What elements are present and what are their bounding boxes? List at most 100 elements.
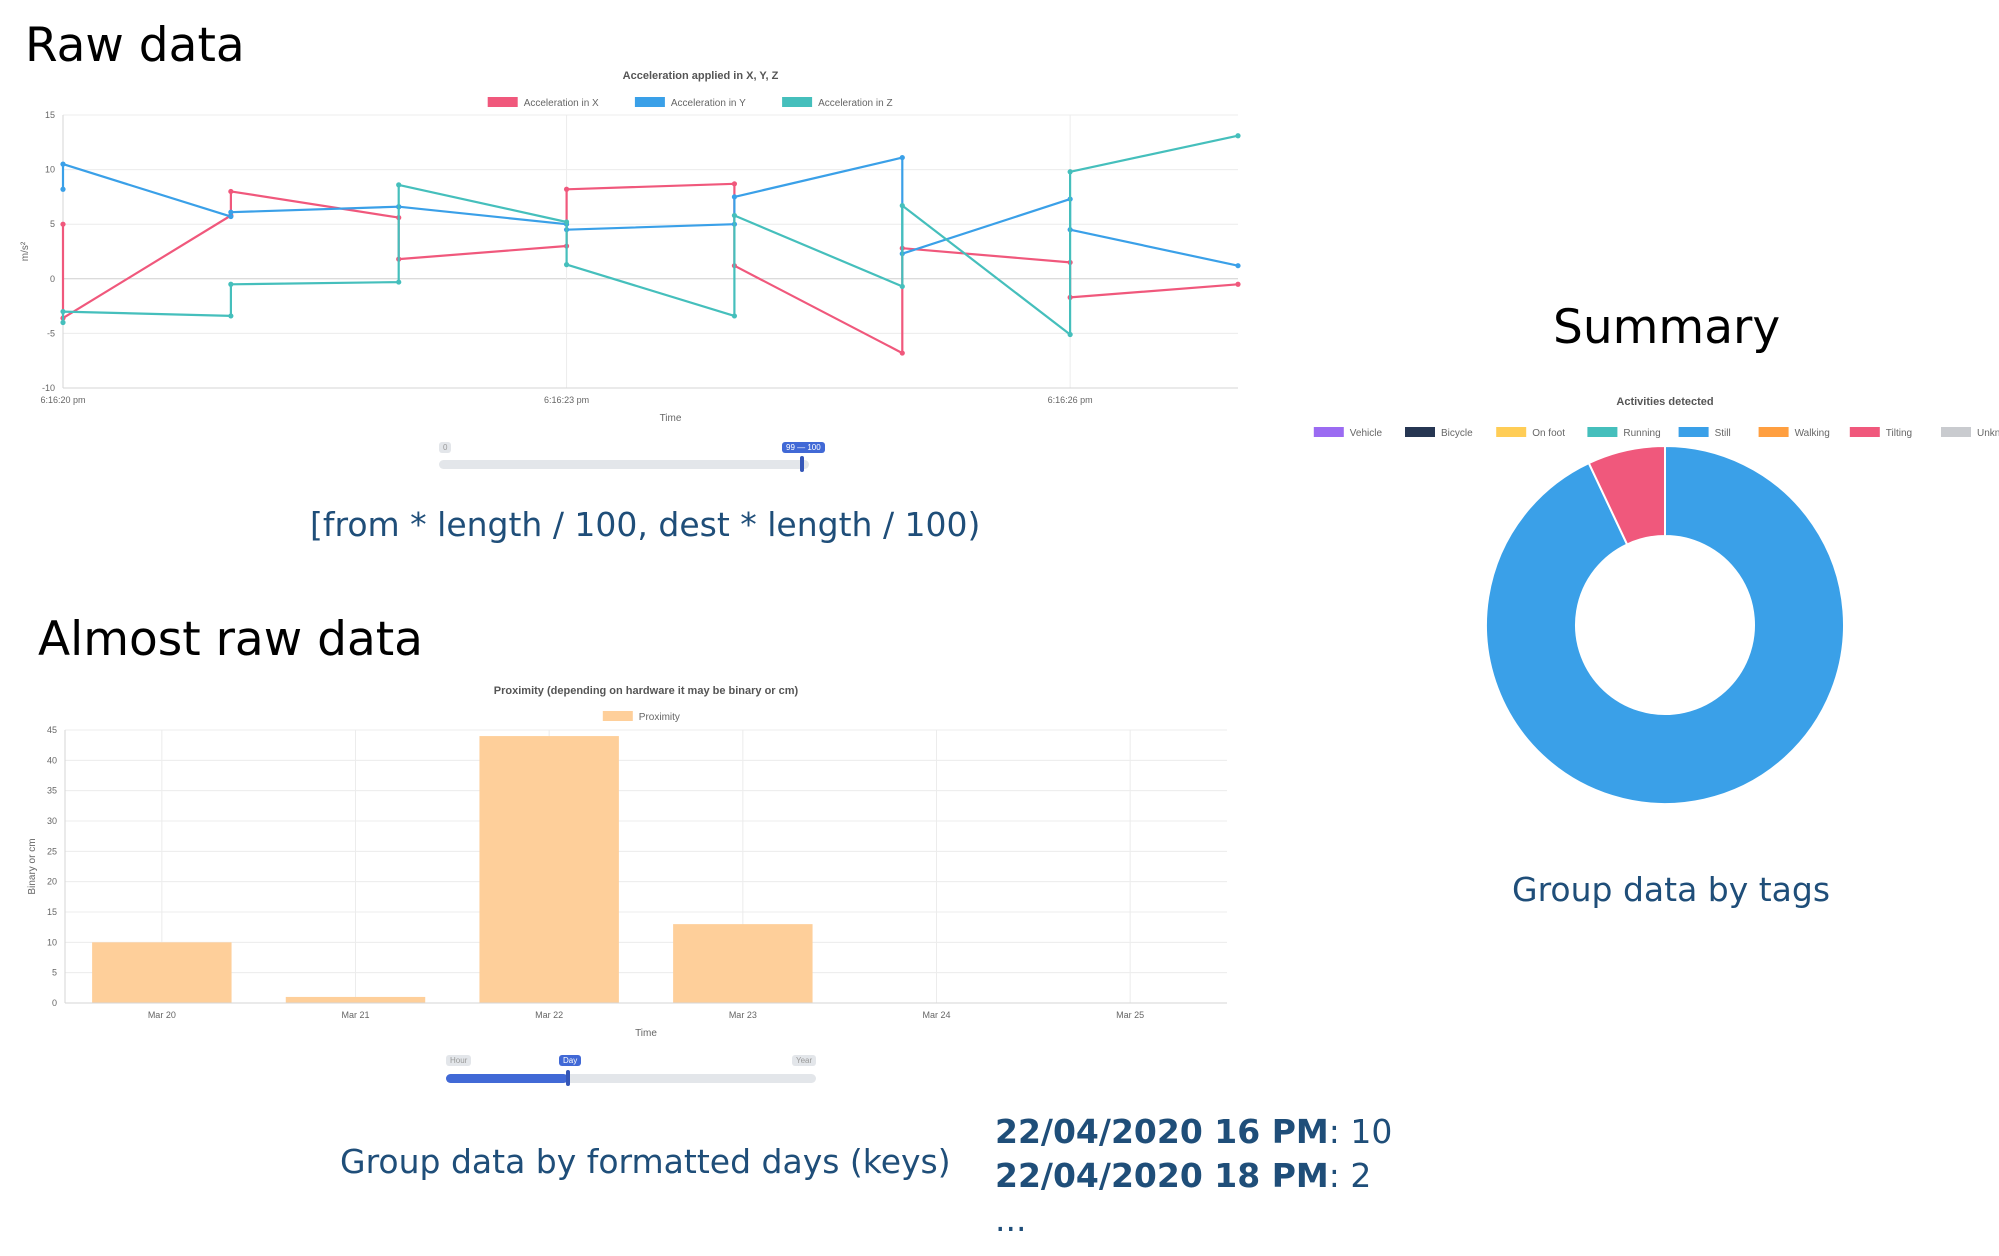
granularity-hour-label: Hour [446, 1055, 472, 1066]
chart-title: Acceleration applied in X, Y, Z [623, 70, 779, 82]
grouped-example-value: 2 [1350, 1156, 1372, 1195]
data-point [731, 212, 738, 219]
y-tick-label: 30 [47, 816, 57, 826]
legend-item-swatch [602, 711, 633, 721]
x-axis-label: Time [660, 413, 682, 424]
y-axis-label: m/s² [20, 241, 31, 261]
acceleration-chart: Acceleration applied in X, Y, Z Accelerat… [18, 65, 1241, 430]
y-tick-label: 10 [47, 937, 57, 947]
y-tick-label: 35 [47, 786, 57, 796]
grouped-example-key: 22/04/2020 16 PM [995, 1112, 1329, 1151]
data-point [396, 182, 402, 188]
data-point [899, 154, 905, 161]
data-point [1067, 331, 1073, 338]
almost-raw-data-heading: Almost raw data [38, 612, 423, 667]
y-tick-label: 40 [47, 755, 57, 765]
bar [673, 924, 813, 1003]
legend-item-swatch [1587, 427, 1618, 437]
legend-item-swatch [782, 97, 813, 107]
y-tick-label: 5 [50, 219, 55, 229]
data-point [899, 283, 905, 290]
x-tick-label: Mar 25 [1116, 1010, 1144, 1020]
proximity-chart-svg: Proximity (depending on hardware it may … [27, 685, 1227, 1039]
grouped-example-sep: : [1328, 1112, 1351, 1151]
x-axis-label: Time [635, 1028, 657, 1039]
summary-caption: Group data by tags [1512, 870, 1831, 909]
raw-data-caption: [from * length / 100, dest * length / 10… [310, 505, 981, 544]
bar [479, 736, 619, 1003]
data-point [731, 181, 738, 187]
legend-item-label: Proximity [639, 712, 680, 723]
range-slider[interactable]: 0 99 — 100 [430, 438, 825, 478]
activities-chart-svg: Activities detected Vehicle Bicycle On foot… [1313, 396, 1999, 805]
chart-title: Proximity (depending on hardware it may … [494, 685, 799, 697]
grouped-example-row: 22/04/2020 16 PM: 10 [995, 1110, 1392, 1154]
legend-item-label: On foot [1532, 428, 1565, 439]
legend-item-label: Acceleration in Z [818, 98, 892, 109]
x-tick-label: Mar 21 [341, 1010, 369, 1020]
data-point [60, 308, 66, 315]
granularity-day-label: Day [559, 1055, 582, 1066]
data-point [563, 262, 570, 268]
data-point [228, 313, 234, 319]
data-point [60, 161, 66, 167]
almost-raw-data-caption: Group data by formatted days (keys) [340, 1142, 951, 1181]
x-tick-label: 6:16:20 pm [40, 395, 85, 405]
grouped-examples: 22/04/2020 16 PM: 10 22/04/2020 18 PM: 2… [995, 1110, 1392, 1242]
range-slider-track[interactable] [439, 460, 809, 469]
y-tick-label: 0 [52, 998, 57, 1008]
x-tick-label: Mar 24 [922, 1010, 950, 1020]
y-tick-label: -10 [42, 383, 55, 393]
legend-item-swatch [1496, 427, 1527, 437]
y-tick-label: 15 [45, 110, 55, 120]
granularity-slider-fill [446, 1074, 569, 1083]
legend-item-swatch [1941, 427, 1971, 437]
data-point [563, 219, 570, 225]
activities-chart: Activities detected Vehicle Bicycle On foot… [1313, 385, 1999, 815]
grouped-example-ellipsis: ... [995, 1200, 1027, 1239]
data-point [60, 186, 66, 192]
granularity-slider-handle[interactable] [566, 1070, 571, 1086]
legend-item-label: Bicycle [1441, 428, 1473, 439]
proximity-chart: Proximity (depending on hardware it may … [25, 680, 1250, 1045]
data-point [1235, 281, 1241, 287]
y-tick-label: 5 [52, 968, 57, 978]
data-point [228, 209, 234, 215]
bar [285, 996, 426, 1003]
x-tick-label: Mar 20 [148, 1010, 176, 1020]
grouped-example-sep: : [1328, 1156, 1351, 1195]
acceleration-chart-svg: Acceleration applied in X, Y, Z Accelerat… [20, 70, 1241, 424]
y-tick-label: 0 [50, 274, 55, 284]
granularity-year-label: Year [792, 1055, 817, 1066]
granularity-slider[interactable]: Hour Day Year [440, 1050, 825, 1090]
legend-item-label: Still [1715, 428, 1731, 439]
x-tick-label: Mar 22 [535, 1010, 563, 1020]
data-point [1235, 263, 1241, 269]
data-point [60, 221, 66, 227]
x-tick-label: 6:16:23 pm [544, 395, 589, 405]
legend-item-swatch [1758, 427, 1789, 437]
legend-item-label: Walking [1795, 428, 1830, 439]
data-point [899, 203, 905, 209]
range-slider-value-label: 99 — 100 [782, 442, 825, 453]
y-tick-label: 20 [47, 877, 57, 887]
y-axis-label: Binary or cm [27, 838, 38, 894]
data-point [731, 313, 738, 319]
y-tick-label: 10 [45, 165, 55, 175]
data-point [731, 194, 738, 200]
data-point [60, 319, 66, 326]
legend-item-label: Tilting [1886, 428, 1912, 439]
grouped-example-key: 22/04/2020 18 PM [995, 1156, 1329, 1195]
data-point [396, 279, 402, 285]
data-point [228, 281, 234, 287]
range-slider-min-label: 0 [439, 442, 452, 453]
y-tick-label: 15 [47, 907, 57, 917]
data-point [1067, 169, 1073, 175]
y-tick-label: -5 [47, 328, 55, 338]
bar [92, 942, 232, 1003]
data-point [1235, 133, 1241, 139]
chart-title: Activities detected [1616, 396, 1713, 408]
range-slider-handle[interactable] [800, 456, 804, 472]
series-line [61, 156, 1239, 267]
y-tick-label: 45 [47, 725, 57, 735]
